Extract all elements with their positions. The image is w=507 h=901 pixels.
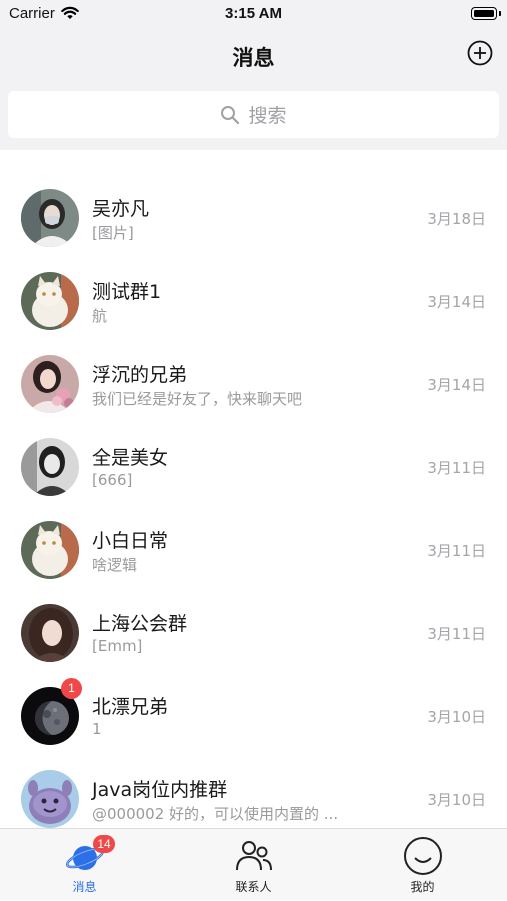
avatar — [21, 770, 79, 828]
chat-row[interactable]: 上海公会群 [Emm] 3月11日 — [0, 591, 507, 674]
chat-row[interactable]: 吴亦凡 [图片] 3月18日 — [0, 176, 507, 259]
chat-date: 3月14日 — [427, 293, 486, 311]
avatar — [21, 272, 79, 330]
tab-badge: 14 — [93, 835, 115, 853]
chat-row[interactable]: 小白日常 啥逻辑 3月11日 — [0, 508, 507, 591]
search-placeholder: 搜索 — [248, 105, 287, 127]
chat-date: 3月11日 — [427, 542, 486, 560]
chat-date: 3月10日 — [427, 791, 486, 809]
chat-name: 吴亦凡 — [92, 198, 150, 220]
battery-icon — [471, 7, 501, 20]
chat-name: Java岗位内推群 — [92, 779, 228, 801]
chat-preview: 航 — [92, 307, 108, 325]
chat-preview: 1 — [92, 720, 102, 738]
chat-row[interactable]: 浮沉的兄弟 我们已经是好友了，快来聊天吧 3月14日 — [0, 342, 507, 425]
chat-row[interactable]: 1 北漂兄弟 1 3月10日 — [0, 674, 507, 757]
chat-date: 3月11日 — [427, 625, 486, 643]
chat-date: 3月18日 — [427, 210, 486, 228]
page-title: 消息 — [232, 46, 275, 70]
tab-messages[interactable]: 14 消息 — [0, 829, 169, 901]
plus-circle-icon — [467, 40, 493, 66]
search-input[interactable]: 搜索 — [8, 91, 499, 138]
chat-preview: [Emm] — [92, 637, 143, 655]
avatar — [21, 521, 79, 579]
tab-label: 消息 — [72, 880, 97, 894]
avatar — [21, 438, 79, 496]
status-time: 3:15 AM — [225, 5, 282, 22]
unread-badge: 1 — [61, 678, 82, 699]
search-area: 搜索 — [0, 84, 507, 150]
chat-preview: @000002 好的，可以使用内置的 ... — [92, 805, 339, 823]
contacts-icon — [235, 841, 272, 871]
chat-date: 3月10日 — [427, 708, 486, 726]
chat-name: 全是美女 — [92, 447, 169, 469]
chat-row[interactable]: 全是美女 [666] 3月11日 — [0, 425, 507, 508]
chat-row[interactable]: 测试群1 航 3月14日 — [0, 259, 507, 342]
search-icon — [221, 105, 240, 124]
tab-label: 我的 — [410, 880, 435, 894]
avatar — [21, 604, 79, 662]
avatar — [21, 189, 79, 247]
chat-preview: [666] — [92, 471, 133, 489]
chat-name: 浮沉的兄弟 — [92, 364, 188, 386]
chat-date: 3月14日 — [427, 376, 486, 394]
add-button[interactable] — [467, 40, 493, 66]
smile-icon — [403, 837, 442, 875]
chat-name: 测试群1 — [92, 281, 162, 303]
navigation-bar: 消息 — [0, 28, 507, 84]
chat-preview: 啥逻辑 — [92, 556, 138, 574]
tab-bar: 14 消息 联系人 我的 — [0, 828, 507, 900]
chat-preview: 我们已经是好友了，快来聊天吧 — [92, 390, 303, 408]
status-bar: Carrier 3:15 AM — [0, 0, 507, 28]
tab-contacts[interactable]: 联系人 — [169, 829, 338, 901]
avatar — [21, 355, 79, 413]
chat-name: 上海公会群 — [92, 613, 188, 635]
chat-date: 3月11日 — [427, 459, 486, 477]
chat-name: 小白日常 — [92, 530, 169, 552]
chat-name: 北漂兄弟 — [92, 696, 169, 718]
chat-list: 吴亦凡 [图片] 3月18日 测试群1 航 3月14日 浮沉的兄弟 我们已经是好… — [0, 176, 507, 840]
tab-label: 联系人 — [235, 880, 272, 894]
tab-me[interactable]: 我的 — [338, 829, 507, 901]
chat-preview: [图片] — [92, 224, 134, 242]
